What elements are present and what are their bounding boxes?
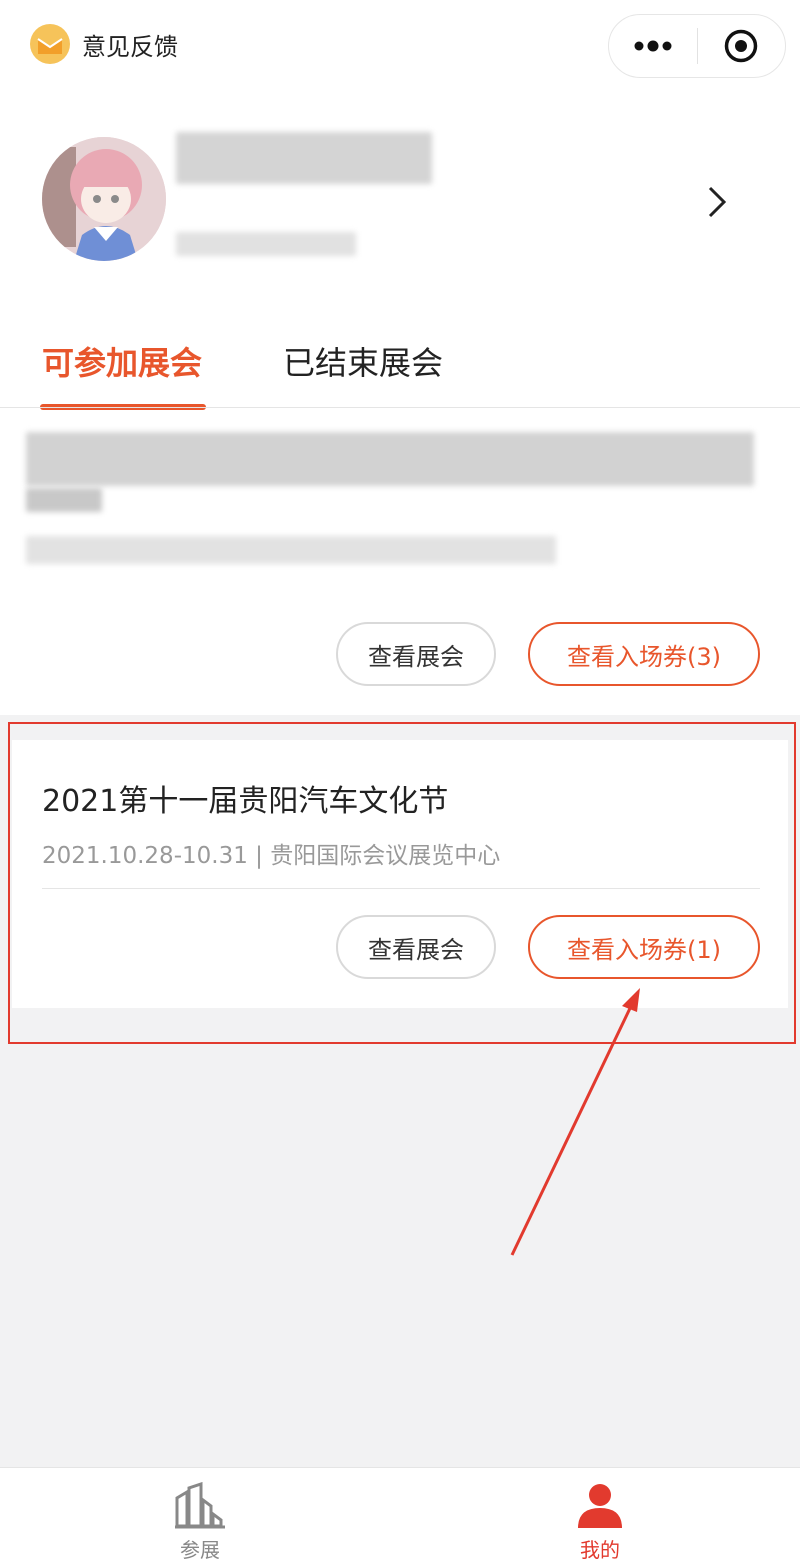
user-avatar[interactable] [42,137,166,261]
feedback-envelope-icon [30,24,70,64]
nav-exhibit-label: 参展 [180,1538,220,1562]
tab-available-events[interactable]: 可参加展会 [42,338,202,384]
buildings-icon [175,1482,225,1529]
view-tickets-button[interactable]: 查看入场券(3) [528,622,760,686]
target-close-icon[interactable] [698,15,786,77]
nav-exhibit[interactable]: 参展 [100,1468,300,1567]
tab-ended-events[interactable]: 已结束展会 [283,338,443,384]
view-event-button[interactable]: 查看展会 [336,622,496,686]
profile-name-redacted [176,132,432,184]
feedback-label: 意见反馈 [82,32,178,61]
event-tabs: 可参加展会 已结束展会 [0,320,800,410]
event-meta-redacted [26,536,556,564]
more-dots-icon[interactable] [609,15,697,77]
bottom-navigation: 参展 我的 [0,1467,800,1567]
nav-mine[interactable]: 我的 [500,1468,700,1567]
tabs-divider [0,407,800,408]
person-icon [578,1484,622,1528]
feedback-button[interactable]: 意见反馈 [30,24,178,64]
nav-mine-label: 我的 [580,1538,620,1562]
chevron-right-icon[interactable] [700,182,732,222]
titlebar: 意见反馈 [0,0,800,92]
mini-program-capsule [608,14,786,78]
event-title-redacted [26,432,754,486]
profile-info-redacted [176,232,356,256]
annotation-highlight-box [8,722,796,1044]
event-title-redacted-2 [26,488,102,512]
